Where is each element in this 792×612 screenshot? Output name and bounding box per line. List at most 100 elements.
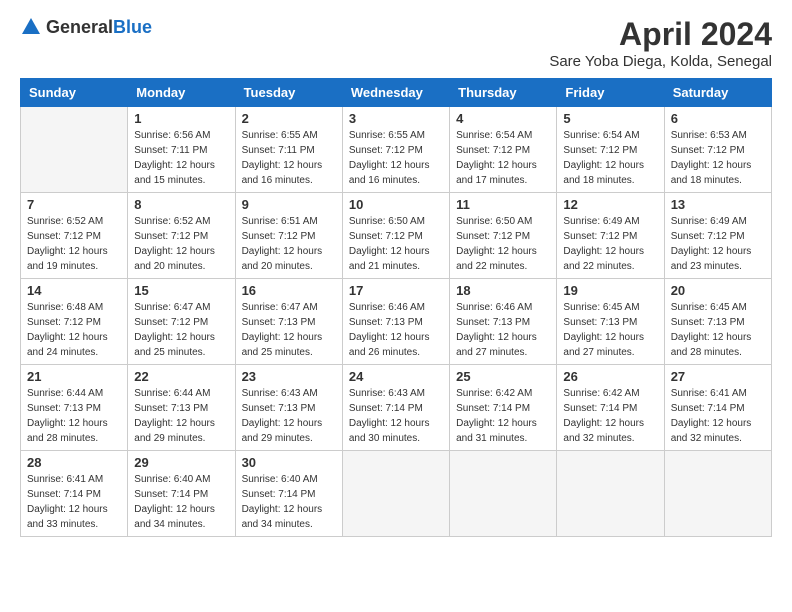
- day-info: Sunrise: 6:55 AMSunset: 7:11 PMDaylight:…: [242, 128, 336, 188]
- day-number: 26: [563, 369, 657, 384]
- day-info: Sunrise: 6:42 AMSunset: 7:14 PMDaylight:…: [456, 386, 550, 446]
- day-cell: 17 Sunrise: 6:46 AMSunset: 7:13 PMDayligh…: [342, 279, 449, 365]
- day-cell: 13Sunrise: 6:49 AMSunset: 7:12 PMDayligh…: [664, 193, 771, 279]
- day-cell: 14 Sunrise: 6:48 AMSunset: 7:12 PMDayligh…: [21, 279, 128, 365]
- day-info: Sunrise: 6:43 AMSunset: 7:14 PMDaylight:…: [349, 386, 443, 446]
- day-info: Sunrise: 6:44 AMSunset: 7:13 PMDaylight:…: [134, 386, 228, 446]
- logo-text: GeneralBlue: [46, 17, 152, 38]
- day-cell: 5 Sunrise: 6:54 AMSunset: 7:12 PMDaylight…: [557, 107, 664, 193]
- day-cell: 11 Sunrise: 6:50 AMSunset: 7:12 PMDayligh…: [450, 193, 557, 279]
- day-cell: 30Sunrise: 6:40 AMSunset: 7:14 PMDayligh…: [235, 451, 342, 537]
- header-cell-monday: Monday: [128, 79, 235, 107]
- day-cell: 20 Sunrise: 6:45 AMSunset: 7:13 PMDayligh…: [664, 279, 771, 365]
- day-info: Sunrise: 6:43 AMSunset: 7:13 PMDaylight:…: [242, 386, 336, 446]
- day-info: Sunrise: 6:55 AMSunset: 7:12 PMDaylight:…: [349, 128, 443, 188]
- week-row-2: 7 Sunrise: 6:52 AMSunset: 7:12 PMDaylight…: [21, 193, 772, 279]
- day-number: 18: [456, 283, 550, 298]
- day-cell: 12Sunrise: 6:49 AMSunset: 7:12 PMDayligh…: [557, 193, 664, 279]
- day-info: Sunrise: 6:45 AMSunset: 7:13 PMDaylight:…: [671, 300, 765, 360]
- week-row-3: 14 Sunrise: 6:48 AMSunset: 7:12 PMDayligh…: [21, 279, 772, 365]
- day-cell: [664, 451, 771, 537]
- day-info: Sunrise: 6:46 AMSunset: 7:13 PMDaylight:…: [456, 300, 550, 360]
- day-cell: 16 Sunrise: 6:47 AMSunset: 7:13 PMDayligh…: [235, 279, 342, 365]
- subtitle: Sare Yoba Diega, Kolda, Senegal: [549, 53, 772, 70]
- day-cell: 4 Sunrise: 6:54 AMSunset: 7:12 PMDaylight…: [450, 107, 557, 193]
- day-number: 30: [242, 455, 336, 470]
- header-cell-tuesday: Tuesday: [235, 79, 342, 107]
- day-cell: 24 Sunrise: 6:43 AMSunset: 7:14 PMDayligh…: [342, 365, 449, 451]
- day-cell: 22 Sunrise: 6:44 AMSunset: 7:13 PMDayligh…: [128, 365, 235, 451]
- header-cell-wednesday: Wednesday: [342, 79, 449, 107]
- day-number: 2: [242, 111, 336, 126]
- day-info: Sunrise: 6:41 AMSunset: 7:14 PMDaylight:…: [27, 472, 121, 532]
- day-cell: 23Sunrise: 6:43 AMSunset: 7:13 PMDayligh…: [235, 365, 342, 451]
- day-info: Sunrise: 6:52 AMSunset: 7:12 PMDaylight:…: [27, 214, 121, 274]
- header: GeneralBlue April 2024 Sare Yoba Diega, …: [20, 16, 772, 70]
- day-cell: 8 Sunrise: 6:52 AMSunset: 7:12 PMDaylight…: [128, 193, 235, 279]
- day-info: Sunrise: 6:40 AMSunset: 7:14 PMDaylight:…: [134, 472, 228, 532]
- header-cell-thursday: Thursday: [450, 79, 557, 107]
- day-info: Sunrise: 6:48 AMSunset: 7:12 PMDaylight:…: [27, 300, 121, 360]
- day-info: Sunrise: 6:49 AMSunset: 7:12 PMDaylight:…: [563, 214, 657, 274]
- day-info: Sunrise: 6:44 AMSunset: 7:13 PMDaylight:…: [27, 386, 121, 446]
- day-cell: [342, 451, 449, 537]
- day-info: Sunrise: 6:46 AMSunset: 7:13 PMDaylight:…: [349, 300, 443, 360]
- day-info: Sunrise: 6:52 AMSunset: 7:12 PMDaylight:…: [134, 214, 228, 274]
- header-cell-sunday: Sunday: [21, 79, 128, 107]
- day-number: 14: [27, 283, 121, 298]
- week-row-1: 1Sunrise: 6:56 AMSunset: 7:11 PMDaylight…: [21, 107, 772, 193]
- day-number: 11: [456, 197, 550, 212]
- day-number: 21: [27, 369, 121, 384]
- day-number: 6: [671, 111, 765, 126]
- day-number: 28: [27, 455, 121, 470]
- day-info: Sunrise: 6:50 AMSunset: 7:12 PMDaylight:…: [456, 214, 550, 274]
- day-number: 22: [134, 369, 228, 384]
- header-row: SundayMondayTuesdayWednesdayThursdayFrid…: [21, 79, 772, 107]
- day-cell: 26Sunrise: 6:42 AMSunset: 7:14 PMDayligh…: [557, 365, 664, 451]
- day-info: Sunrise: 6:53 AMSunset: 7:12 PMDaylight:…: [671, 128, 765, 188]
- day-info: Sunrise: 6:47 AMSunset: 7:12 PMDaylight:…: [134, 300, 228, 360]
- day-cell: 2 Sunrise: 6:55 AMSunset: 7:11 PMDaylight…: [235, 107, 342, 193]
- day-number: 16: [242, 283, 336, 298]
- day-number: 17: [349, 283, 443, 298]
- day-cell: 29 Sunrise: 6:40 AMSunset: 7:14 PMDayligh…: [128, 451, 235, 537]
- logo-icon: [20, 16, 42, 38]
- day-cell: 18 Sunrise: 6:46 AMSunset: 7:13 PMDayligh…: [450, 279, 557, 365]
- day-number: 13: [671, 197, 765, 212]
- calendar-table: SundayMondayTuesdayWednesdayThursdayFrid…: [20, 78, 772, 537]
- day-number: 24: [349, 369, 443, 384]
- day-cell: 1Sunrise: 6:56 AMSunset: 7:11 PMDaylight…: [128, 107, 235, 193]
- day-number: 20: [671, 283, 765, 298]
- day-number: 4: [456, 111, 550, 126]
- day-cell: 19Sunrise: 6:45 AMSunset: 7:13 PMDayligh…: [557, 279, 664, 365]
- day-cell: 9Sunrise: 6:51 AMSunset: 7:12 PMDaylight…: [235, 193, 342, 279]
- header-cell-saturday: Saturday: [664, 79, 771, 107]
- day-info: Sunrise: 6:54 AMSunset: 7:12 PMDaylight:…: [456, 128, 550, 188]
- day-info: Sunrise: 6:56 AMSunset: 7:11 PMDaylight:…: [134, 128, 228, 188]
- day-cell: [557, 451, 664, 537]
- day-number: 10: [349, 197, 443, 212]
- day-number: 9: [242, 197, 336, 212]
- main-title: April 2024: [549, 16, 772, 53]
- day-cell: 7 Sunrise: 6:52 AMSunset: 7:12 PMDaylight…: [21, 193, 128, 279]
- day-info: Sunrise: 6:47 AMSunset: 7:13 PMDaylight:…: [242, 300, 336, 360]
- calendar-header: SundayMondayTuesdayWednesdayThursdayFrid…: [21, 79, 772, 107]
- day-number: 25: [456, 369, 550, 384]
- day-info: Sunrise: 6:54 AMSunset: 7:12 PMDaylight:…: [563, 128, 657, 188]
- day-cell: 27Sunrise: 6:41 AMSunset: 7:14 PMDayligh…: [664, 365, 771, 451]
- day-cell: 3Sunrise: 6:55 AMSunset: 7:12 PMDaylight…: [342, 107, 449, 193]
- week-row-5: 28 Sunrise: 6:41 AMSunset: 7:14 PMDayligh…: [21, 451, 772, 537]
- day-cell: [450, 451, 557, 537]
- day-cell: [21, 107, 128, 193]
- day-number: 27: [671, 369, 765, 384]
- calendar-body: 1Sunrise: 6:56 AMSunset: 7:11 PMDaylight…: [21, 107, 772, 537]
- day-number: 7: [27, 197, 121, 212]
- day-number: 8: [134, 197, 228, 212]
- header-cell-friday: Friday: [557, 79, 664, 107]
- day-info: Sunrise: 6:45 AMSunset: 7:13 PMDaylight:…: [563, 300, 657, 360]
- day-cell: 6 Sunrise: 6:53 AMSunset: 7:12 PMDaylight…: [664, 107, 771, 193]
- title-area: April 2024 Sare Yoba Diega, Kolda, Seneg…: [549, 16, 772, 70]
- day-number: 5: [563, 111, 657, 126]
- day-number: 29: [134, 455, 228, 470]
- day-cell: 28 Sunrise: 6:41 AMSunset: 7:14 PMDayligh…: [21, 451, 128, 537]
